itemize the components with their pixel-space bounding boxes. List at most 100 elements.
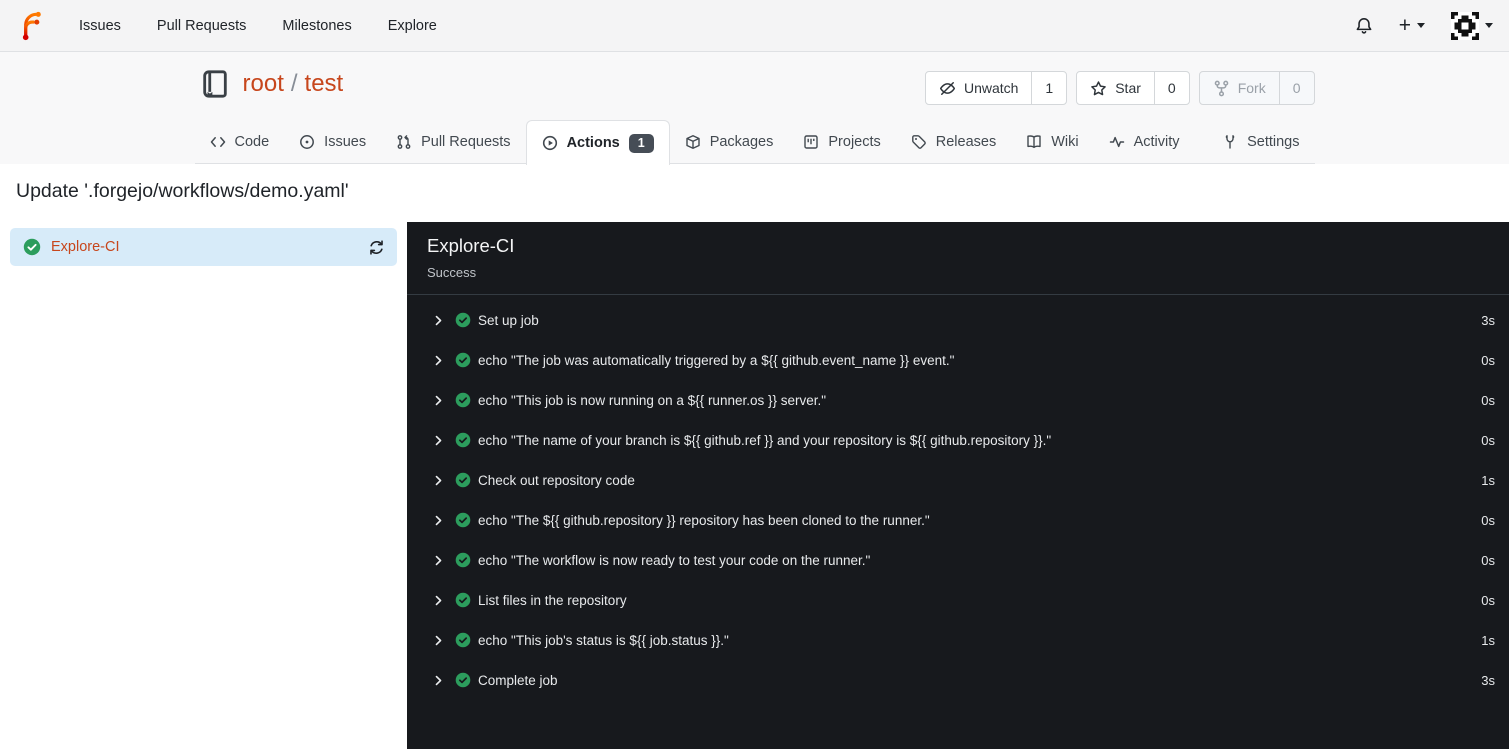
tab-actions[interactable]: Actions 1 — [525, 120, 670, 165]
job-log-panel: Explore-CI Success Set up job 3s echo "T… — [407, 222, 1509, 749]
nav-item-issues[interactable]: Issues — [79, 18, 121, 34]
step-duration: 0s — [1481, 432, 1495, 448]
notifications-bell-icon[interactable] — [1355, 17, 1373, 35]
check-circle-icon — [455, 672, 471, 688]
refresh-icon[interactable] — [368, 239, 385, 256]
sidebar-job-label: Explore-CI — [51, 239, 120, 255]
step-label: echo "The name of your branch is ${{ git… — [478, 432, 1052, 448]
step-label: echo "The workflow is now ready to test … — [478, 552, 871, 568]
repo-book-icon — [200, 69, 230, 99]
tab-label: Packages — [709, 134, 774, 150]
tab-label: Issues — [324, 134, 367, 150]
watch-count[interactable]: 1 — [1031, 72, 1066, 104]
chevron-right-icon — [432, 474, 445, 487]
step-row[interactable]: echo "The job was automatically triggere… — [407, 340, 1509, 380]
unwatch-button[interactable]: Unwatch 1 — [924, 71, 1068, 105]
star-button[interactable]: Star 0 — [1076, 71, 1190, 105]
step-duration: 0s — [1481, 352, 1495, 368]
tab-settings[interactable]: Settings — [1207, 120, 1314, 164]
repo-header: root / test Unwatch 1 Star 0 Fork 0 Code… — [0, 52, 1509, 165]
chevron-right-icon — [432, 434, 445, 447]
chevron-right-icon — [432, 634, 445, 647]
caret-down-icon — [1485, 23, 1493, 28]
check-circle-icon — [455, 472, 471, 488]
repo-separator: / — [290, 70, 298, 97]
fork-icon — [1213, 80, 1230, 97]
tab-code[interactable]: Code — [195, 120, 285, 164]
repo-title: root / test — [200, 69, 344, 99]
top-navbar: Issues Pull Requests Milestones Explore … — [0, 0, 1509, 52]
forgejo-logo-icon[interactable] — [16, 10, 47, 41]
tab-packages[interactable]: Packages — [670, 120, 789, 164]
step-duration: 3s — [1481, 672, 1495, 688]
step-duration: 3s — [1481, 312, 1495, 328]
tab-projects[interactable]: Projects — [788, 120, 895, 164]
step-label: echo "This job's status is ${{ job.statu… — [478, 632, 729, 648]
check-circle-icon — [455, 432, 471, 448]
repo-owner-link[interactable]: root — [243, 70, 284, 98]
job-status: Success — [427, 265, 477, 280]
repo-name-link[interactable]: test — [305, 70, 344, 98]
caret-down-icon — [1417, 23, 1425, 28]
step-label: Complete job — [478, 672, 558, 688]
tab-label: Releases — [935, 134, 997, 150]
tab-wiki[interactable]: Wiki — [1011, 120, 1093, 164]
check-circle-icon — [455, 512, 471, 528]
sidebar-job-explore-ci[interactable]: Explore-CI — [10, 228, 397, 266]
step-label: echo "The job was automatically triggere… — [478, 352, 955, 368]
chevron-right-icon — [432, 394, 445, 407]
chevron-right-icon — [432, 354, 445, 367]
step-duration: 0s — [1481, 512, 1495, 528]
avatar — [1451, 11, 1479, 40]
step-duration: 1s — [1481, 472, 1495, 488]
step-row[interactable]: Check out repository code 1s — [407, 460, 1509, 500]
tab-label: Activity — [1133, 134, 1180, 150]
tab-releases[interactable]: Releases — [896, 120, 1011, 164]
step-row[interactable]: echo "This job's status is ${{ job.statu… — [407, 620, 1509, 660]
step-duration: 0s — [1481, 592, 1495, 608]
step-label: Set up job — [478, 312, 539, 328]
tab-pull-requests[interactable]: Pull Requests — [381, 120, 525, 164]
check-circle-icon — [455, 392, 471, 408]
tab-label: Code — [234, 134, 270, 150]
user-menu[interactable] — [1451, 11, 1493, 40]
chevron-right-icon — [432, 554, 445, 567]
nav-item-pull-requests[interactable]: Pull Requests — [157, 18, 246, 34]
nav-item-milestones[interactable]: Milestones — [282, 18, 351, 34]
check-circle-icon — [455, 632, 471, 648]
check-circle-icon — [455, 552, 471, 568]
fork-count: 0 — [1278, 72, 1314, 104]
nav-item-explore[interactable]: Explore — [388, 18, 437, 34]
tab-label: Wiki — [1051, 134, 1079, 150]
plus-icon: + — [1398, 14, 1411, 37]
check-circle-icon — [455, 352, 471, 368]
tab-label: Projects — [828, 134, 881, 150]
star-icon — [1090, 80, 1107, 97]
step-row[interactable]: echo "The name of your branch is ${{ git… — [407, 420, 1509, 460]
tab-issues[interactable]: Issues — [284, 120, 381, 164]
step-row[interactable]: List files in the repository 0s — [407, 580, 1509, 620]
job-header: Explore-CI Success — [407, 222, 1509, 295]
step-row[interactable]: echo "The ${{ github.repository }} repos… — [407, 500, 1509, 540]
step-label: List files in the repository — [478, 592, 627, 608]
step-row[interactable]: echo "The workflow is now ready to test … — [407, 540, 1509, 580]
check-circle-icon — [23, 238, 41, 256]
step-row[interactable]: echo "This job is now running on a ${{ r… — [407, 380, 1509, 420]
step-row[interactable]: Complete job 3s — [407, 660, 1509, 700]
create-new-menu[interactable]: + — [1399, 15, 1425, 36]
job-name: Explore-CI — [427, 235, 515, 256]
step-label: echo "This job is now running on a ${{ r… — [478, 392, 827, 408]
chevron-right-icon — [432, 674, 445, 687]
check-circle-icon — [455, 312, 471, 328]
step-row[interactable]: Set up job 3s — [407, 300, 1509, 340]
chevron-right-icon — [432, 314, 445, 327]
tab-label: Actions — [566, 135, 620, 151]
fork-label: Fork — [1237, 80, 1266, 96]
step-duration: 1s — [1481, 632, 1495, 648]
tab-activity[interactable]: Activity — [1094, 120, 1195, 164]
steps-list: Set up job 3s echo "The job was automati… — [407, 295, 1509, 700]
check-circle-icon — [455, 592, 471, 608]
star-count[interactable]: 0 — [1153, 72, 1189, 104]
step-label: echo "The ${{ github.repository }} repos… — [478, 512, 930, 528]
tab-label: Settings — [1247, 134, 1300, 150]
